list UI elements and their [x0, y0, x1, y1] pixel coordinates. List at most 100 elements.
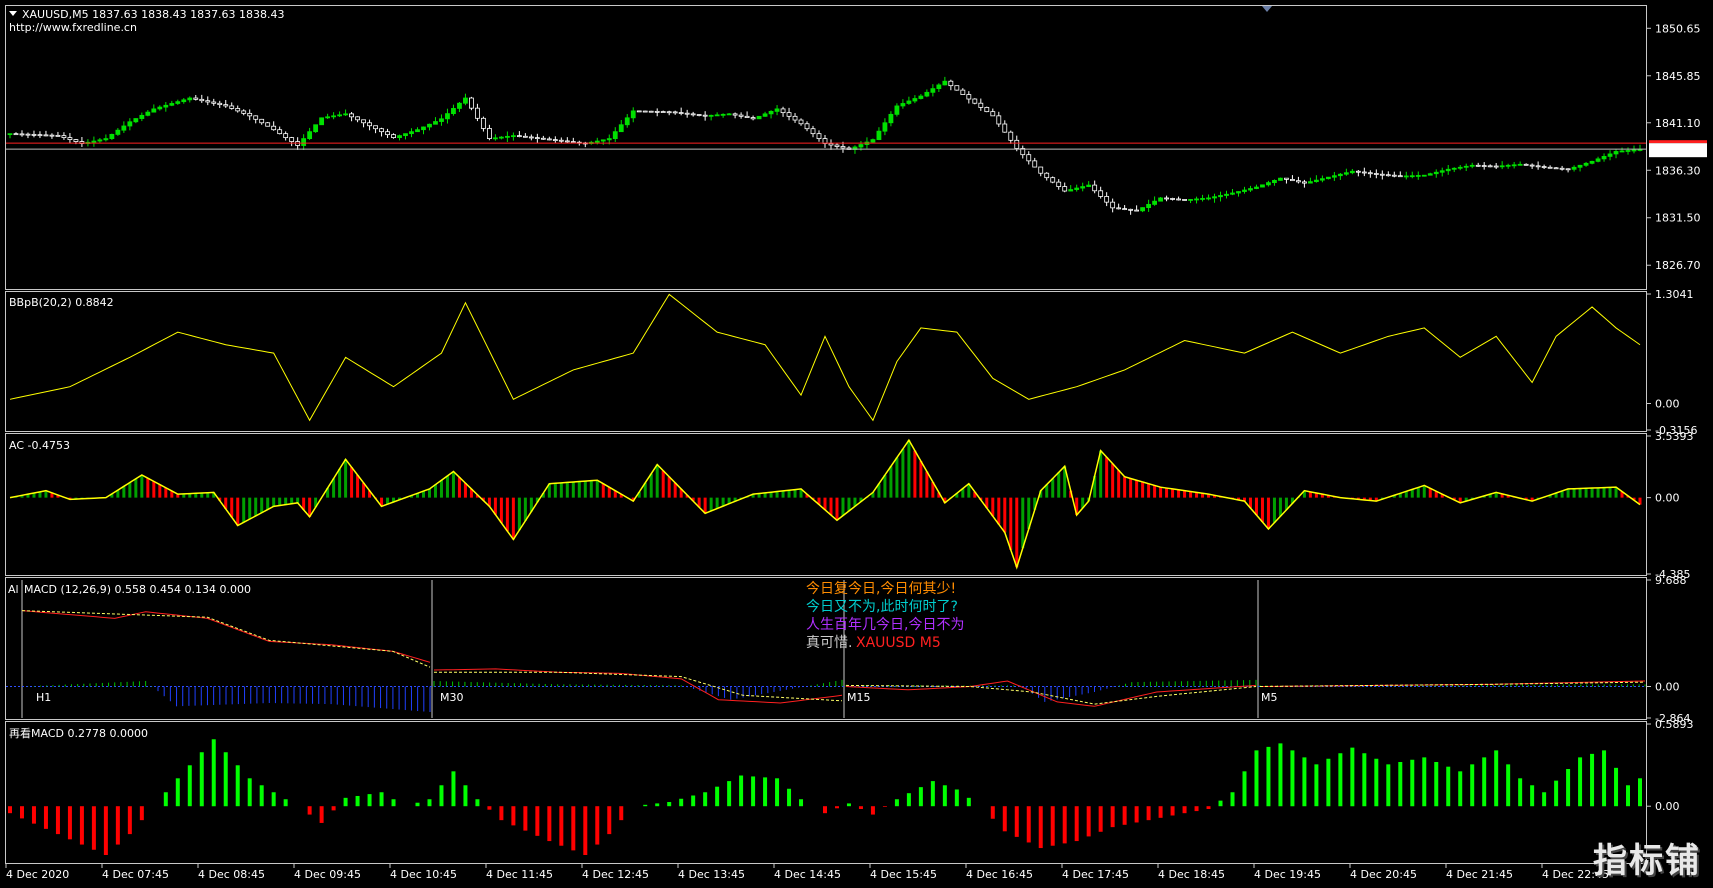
candle-body [600, 139, 606, 142]
candle-body [1260, 184, 1265, 188]
candle-body [786, 112, 792, 117]
candle-body [900, 103, 906, 107]
candle-body [966, 94, 972, 100]
candle-body [1056, 181, 1062, 187]
candle-body [1607, 153, 1613, 157]
candle-body [840, 146, 846, 149]
candle-body [1128, 208, 1134, 211]
candle-body [1308, 181, 1313, 184]
candle-body [1469, 164, 1475, 167]
candle-body [978, 102, 984, 108]
candle-body [762, 113, 768, 117]
candle-body [780, 108, 786, 114]
candle-body [115, 129, 121, 135]
tf-label-m5: M5 [1261, 691, 1278, 704]
candle-body [283, 133, 289, 139]
current-price-label: 1838.43 [1652, 144, 1698, 157]
candle-body [223, 104, 229, 107]
time-tick-label: 4 Dec 08:45 [198, 868, 265, 881]
candle-body [1433, 171, 1439, 175]
candle-body [558, 139, 564, 142]
candle-body [522, 135, 528, 138]
candle-body [1631, 149, 1637, 152]
quote-line-4: 真可惜. [806, 635, 852, 651]
candle-body [1403, 175, 1409, 178]
candle-body [1535, 165, 1541, 168]
trading-chart[interactable]: 1850.65 1845.85 1841.10 1836.30 1831.50 1826.… [0, 0, 1713, 888]
candle-body [1140, 207, 1146, 212]
candle-body [798, 119, 804, 125]
candle-body [1248, 188, 1253, 191]
candle-body [361, 119, 366, 124]
candle-body [1517, 163, 1523, 166]
candle-body [1086, 184, 1092, 187]
candle-body [1583, 162, 1589, 166]
candle-body [894, 105, 900, 115]
candle-body [810, 128, 816, 135]
time-tick-label: 4 Dec 21:45 [1446, 868, 1513, 881]
candle-body [445, 113, 450, 120]
candle-body [481, 117, 486, 129]
candle-body [972, 98, 978, 104]
candle-body [876, 130, 882, 140]
candle-body [738, 114, 744, 117]
candle-body [1343, 172, 1349, 175]
candle-body [1505, 164, 1511, 167]
candle-body [211, 101, 217, 104]
candle-body [648, 110, 654, 113]
candle-body [235, 108, 241, 112]
candle-body [1116, 207, 1122, 210]
candle-body [271, 125, 277, 131]
symbol-tag: XAUUSD M5 [856, 635, 941, 651]
candle-body [199, 98, 205, 102]
candle-body [768, 110, 774, 115]
candle-body [1421, 174, 1427, 177]
candle-body [1415, 175, 1421, 177]
candle-body [1619, 150, 1625, 153]
time-tick-label: 4 Dec 11:45 [486, 868, 553, 881]
candle-body [1355, 170, 1361, 173]
candle-body [157, 106, 163, 110]
candle-body [942, 80, 948, 86]
candle-body [355, 116, 360, 121]
candle-body [714, 114, 720, 117]
candle-body [882, 122, 888, 132]
candle-body [1236, 191, 1241, 194]
watermark-logo: 指标铺 [1593, 841, 1701, 881]
candle-body [720, 113, 726, 116]
candle-body [73, 139, 79, 142]
candle-body [1559, 167, 1565, 170]
candle-body [133, 118, 139, 123]
candle-body [1577, 164, 1583, 168]
candle-body [816, 133, 822, 139]
candle-body [642, 110, 648, 113]
time-tick-label: 4 Dec 15:45 [870, 868, 937, 881]
candle-body [61, 135, 67, 139]
candle-body [546, 138, 552, 141]
quote-line-2: 今日又不为,此时何时了? [806, 599, 958, 615]
time-tick-label: 4 Dec 16:45 [966, 868, 1033, 881]
candle-body [1379, 173, 1385, 176]
candle-body [870, 139, 876, 143]
candle-body [1098, 190, 1104, 197]
quote-line-3: 人生百年几今日,今日不为 [806, 617, 964, 633]
candle-body [265, 122, 271, 127]
candle-body [193, 97, 199, 100]
candle-body [397, 135, 402, 139]
candle-body [996, 115, 1002, 125]
quote-line-1: 今日复今日,今日何其少! [806, 580, 956, 597]
time-tick-label: 4 Dec 14:45 [774, 868, 841, 881]
candle-body [774, 108, 780, 112]
candle-body [1284, 177, 1289, 180]
candle-body [1146, 203, 1152, 209]
candle-body [1152, 200, 1157, 205]
candle-body [163, 104, 169, 108]
candle-body [1038, 166, 1044, 174]
bbpb-tick-label: 1.3041 [1655, 288, 1694, 301]
symbol-header: XAUUSD,M5 1837.63 1838.43 1837.63 1838.4… [22, 8, 285, 21]
candle-body [1463, 165, 1469, 168]
candle-body [654, 110, 660, 113]
candle-body [1499, 165, 1505, 168]
candle-body [1044, 172, 1050, 179]
candle-body [1409, 175, 1415, 178]
